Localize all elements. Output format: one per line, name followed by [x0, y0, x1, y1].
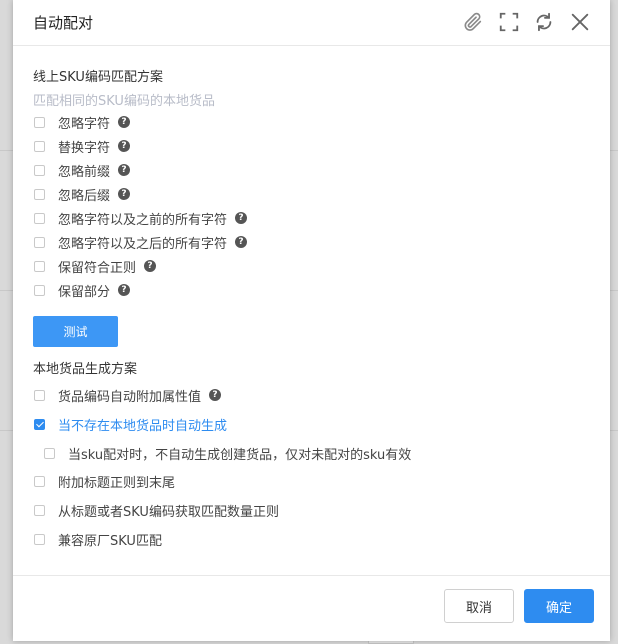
online-section-hint: 匹配相同的SKU编码的本地货品	[33, 94, 215, 109]
help-icon[interactable]: ?	[144, 260, 157, 272]
option-label: 忽略前缀	[58, 164, 111, 180]
close-icon[interactable]	[569, 11, 591, 33]
checkbox-option[interactable]: 附加标题正则到末尾	[34, 471, 175, 491]
help-icon[interactable]: ?	[235, 212, 248, 224]
checkbox[interactable]	[34, 284, 45, 296]
auto-pair-dialog: 自动配对 线上SKU编码匹配方案 匹配相同的SKU编码的本地货品 忽略字符? 替…	[13, 0, 610, 641]
checkbox-option[interactable]: 货品编码自动附加属性值?	[34, 385, 222, 405]
checkbox[interactable]	[34, 164, 45, 176]
checkbox-option[interactable]: 从标题或者SKU编码获取匹配数量正则	[34, 500, 279, 520]
checkbox-option[interactable]: 忽略字符以及之前的所有字符?	[34, 208, 248, 228]
option-label: 忽略字符以及之后的所有字符	[58, 236, 228, 252]
help-icon[interactable]: ?	[118, 284, 131, 296]
checkbox-option[interactable]: 忽略字符?	[34, 112, 131, 132]
dialog-header: 自动配对	[13, 0, 610, 46]
dialog-title: 自动配对	[33, 14, 94, 32]
checkbox-option[interactable]: 兼容原厂SKU匹配	[34, 529, 162, 549]
checkbox[interactable]	[34, 533, 45, 545]
option-label: 保留符合正则	[58, 260, 137, 276]
checkbox[interactable]	[34, 260, 45, 272]
checkbox-option[interactable]: 替换字符?	[34, 136, 131, 156]
checkbox[interactable]	[34, 116, 45, 128]
option-label: 忽略后缀	[58, 188, 111, 204]
test-button[interactable]: 测试	[33, 316, 118, 347]
option-label: 附加标题正则到末尾	[58, 475, 176, 491]
option-label: 货品编码自动附加属性值	[58, 389, 202, 405]
option-label: 忽略字符以及之前的所有字符	[58, 212, 228, 228]
checkbox[interactable]	[34, 212, 45, 224]
help-icon[interactable]: ?	[118, 116, 131, 128]
checkbox-option[interactable]: 当不存在本地货品时自动生成	[34, 414, 227, 434]
option-label: 从标题或者SKU编码获取匹配数量正则	[58, 504, 279, 520]
checkbox[interactable]	[34, 236, 45, 248]
confirm-button[interactable]: 确定	[524, 589, 594, 623]
dialog-footer: 取消 确定	[13, 575, 610, 642]
option-label: 当sku配对时，不自动生成创建货品，仅对未配对的sku有效	[68, 447, 412, 463]
option-label: 忽略字符	[58, 116, 111, 132]
checkbox-option[interactable]: 当sku配对时，不自动生成创建货品，仅对未配对的sku有效	[44, 443, 411, 463]
checkbox-option[interactable]: 保留符合正则?	[34, 256, 157, 276]
checkbox-option[interactable]: 忽略前缀?	[34, 160, 131, 180]
help-icon[interactable]: ?	[209, 389, 222, 401]
online-section-title: 线上SKU编码匹配方案	[33, 70, 163, 85]
checkbox[interactable]	[34, 475, 45, 487]
checkbox-option[interactable]: 忽略后缀?	[34, 184, 131, 204]
cancel-button[interactable]: 取消	[444, 589, 514, 623]
paperclip-icon[interactable]	[462, 11, 484, 33]
checkbox-option[interactable]: 忽略字符以及之后的所有字符?	[34, 232, 248, 252]
help-icon[interactable]: ?	[118, 140, 131, 152]
help-icon[interactable]: ?	[118, 164, 131, 176]
option-label: 兼容原厂SKU匹配	[58, 533, 162, 549]
refresh-icon[interactable]	[533, 11, 555, 33]
help-icon[interactable]: ?	[235, 236, 248, 248]
help-icon[interactable]: ?	[118, 188, 131, 200]
checkbox[interactable]	[34, 140, 45, 152]
option-label: 当不存在本地货品时自动生成	[58, 418, 228, 434]
checkbox[interactable]	[34, 504, 45, 516]
local-section-title: 本地货品生成方案	[33, 362, 138, 377]
dialog-body: 线上SKU编码匹配方案 匹配相同的SKU编码的本地货品 忽略字符? 替换字符? 忽略…	[13, 46, 610, 574]
checkbox-option[interactable]: 保留部分?	[34, 280, 131, 300]
checkbox[interactable]	[44, 447, 55, 459]
checkbox-checked[interactable]	[34, 418, 45, 430]
option-label: 替换字符	[58, 140, 111, 156]
fullscreen-icon[interactable]	[498, 11, 520, 33]
checkbox[interactable]	[34, 188, 45, 200]
option-label: 保留部分	[58, 284, 111, 300]
checkbox[interactable]	[34, 389, 45, 401]
